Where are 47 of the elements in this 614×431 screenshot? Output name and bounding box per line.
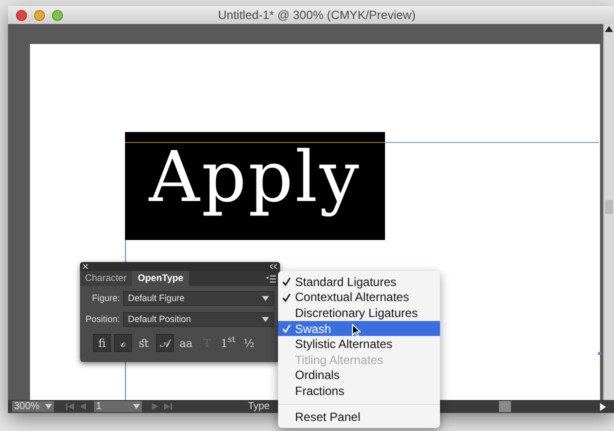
- close-icon[interactable]: [83, 264, 88, 269]
- scroll-thumb[interactable]: [498, 401, 511, 412]
- minimize-button[interactable]: [34, 10, 45, 20]
- previous-page-icon[interactable]: [80, 403, 86, 410]
- menu-item[interactable]: Reset Panel: [278, 410, 440, 425]
- up-arrow-icon: [605, 26, 613, 32]
- zoom-field[interactable]: 300%: [12, 401, 54, 412]
- dropdown[interactable]: Default Position: [123, 312, 274, 327]
- glyph-button[interactable]: fi: [93, 334, 111, 352]
- caret-icon: [45, 404, 52, 409]
- menu-item[interactable]: Fractions: [278, 383, 440, 399]
- next-page-icon[interactable]: [152, 403, 158, 410]
- collapse-icon[interactable]: [270, 264, 277, 269]
- caret-icon: [262, 296, 269, 301]
- tool-name: Type: [248, 402, 270, 412]
- glyph-button[interactable]: ½: [240, 334, 258, 352]
- artwork-text: Apply: [148, 135, 362, 220]
- menu-item[interactable]: Contextual Alternates: [278, 290, 440, 306]
- last-page-icon[interactable]: [164, 403, 172, 410]
- panel-menu-icon[interactable]: [266, 275, 276, 283]
- field-label: Figure:: [90, 294, 121, 303]
- first-page-icon[interactable]: [66, 403, 74, 410]
- glyph-button[interactable]: ﬆ: [135, 334, 153, 352]
- cursor-icon: [352, 324, 361, 337]
- glyph-button[interactable]: 1$^{st}$: [219, 334, 237, 352]
- zoom-button[interactable]: [52, 10, 63, 20]
- menu-item[interactable]: Standard Ligatures: [278, 274, 440, 290]
- menu-item[interactable]: Stylistic Alternates: [278, 336, 440, 352]
- glyph-button[interactable]: aa: [177, 334, 195, 352]
- right-arrow-icon[interactable]: [600, 402, 606, 410]
- menu-item[interactable]: Swash: [278, 320, 440, 336]
- field-label: Position:: [84, 315, 121, 324]
- menu-item[interactable]: Discretionary Ligatures: [278, 305, 440, 321]
- menu-item[interactable]: Ordinals: [278, 368, 440, 384]
- glyph-button[interactable]: ℴ: [114, 334, 132, 352]
- dropdown[interactable]: Default Figure: [123, 291, 274, 306]
- panel-tab[interactable]: OpenType: [132, 271, 190, 286]
- glyph-button[interactable]: 𝒜: [156, 334, 174, 352]
- caret-icon: [262, 317, 269, 322]
- window-title: Untitled-1* @ 300% (CMYK/Preview): [218, 9, 416, 21]
- vertical-scrollbar[interactable]: [603, 24, 614, 400]
- panel-tab[interactable]: Character: [80, 271, 132, 286]
- close-button[interactable]: [16, 10, 27, 20]
- scroll-thumb[interactable]: [605, 200, 613, 214]
- page-field[interactable]: 1: [94, 401, 142, 412]
- caret-icon: [133, 404, 140, 409]
- anchor-mark: [598, 352, 601, 355]
